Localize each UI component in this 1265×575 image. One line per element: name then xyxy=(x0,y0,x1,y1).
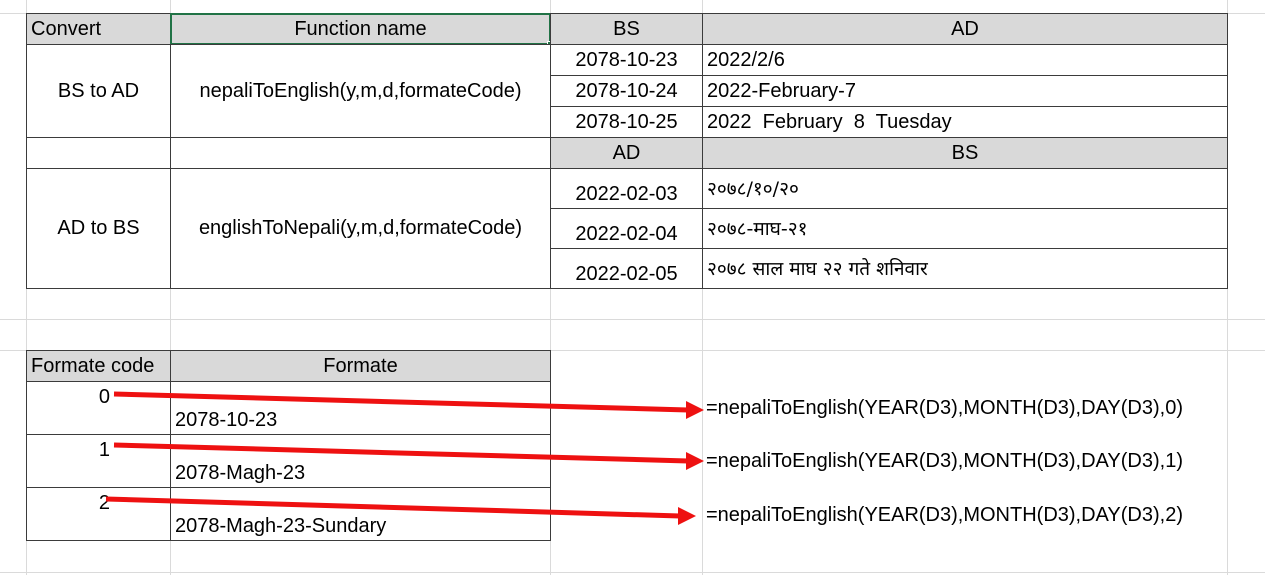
arrow-row-1 xyxy=(113,442,704,470)
spreadsheet[interactable]: Convert Function name BS AD BS to AD nep… xyxy=(0,0,1265,575)
arrow-row-2 xyxy=(105,496,696,525)
annotation-arrows xyxy=(105,391,704,525)
arrow-row-0 xyxy=(113,391,704,419)
